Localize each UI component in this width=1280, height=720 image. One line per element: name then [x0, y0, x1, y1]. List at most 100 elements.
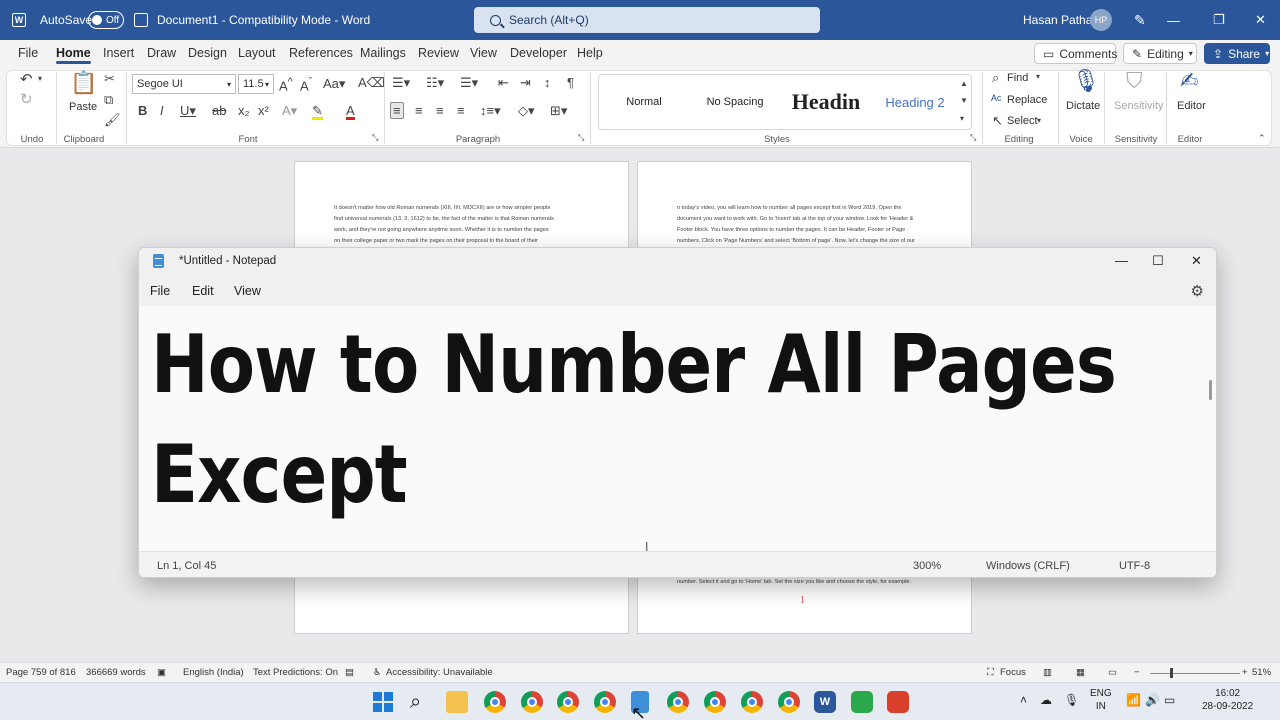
minimize-button[interactable]: —: [1167, 0, 1180, 40]
notepad-scrollbar[interactable]: [1209, 380, 1212, 400]
focus-button[interactable]: Focus: [1000, 667, 1026, 678]
tab-mailings[interactable]: Mailings: [360, 46, 406, 60]
style-heading-1[interactable]: Headin: [781, 75, 871, 129]
font-size-select[interactable]: 11.5 ▾: [238, 74, 274, 94]
format-painter-icon[interactable]: 🖌: [104, 113, 121, 126]
styles-more-icon[interactable]: ▾: [960, 115, 964, 123]
close-button[interactable]: ✕: [1255, 0, 1266, 40]
numbering-icon[interactable]: ☷▾: [426, 76, 444, 89]
microphone-tray-icon[interactable]: 🎙: [1064, 694, 1079, 707]
style-no-spacing[interactable]: No Spacing: [693, 75, 777, 129]
style-heading-2[interactable]: Heading 2: [875, 75, 955, 129]
macro-icon[interactable]: ▤: [345, 667, 354, 678]
borders-icon[interactable]: ⊞▾: [550, 104, 567, 117]
shrink-font-icon[interactable]: Aˇ: [300, 77, 312, 93]
comments-button[interactable]: ▭ Comments: [1034, 43, 1117, 64]
designer-pen-icon[interactable]: ✎: [1134, 0, 1146, 40]
dictate-button[interactable]: Dictate: [1066, 100, 1100, 112]
proofing-icon[interactable]: ▣: [157, 667, 166, 678]
chrome-icon[interactable]: [594, 691, 616, 713]
clear-formatting-icon[interactable]: A⌫: [358, 76, 385, 89]
zoom-slider-thumb[interactable]: [1169, 668, 1173, 678]
chrome-icon[interactable]: [778, 691, 800, 713]
battery-icon[interactable]: ▭: [1164, 694, 1175, 707]
cut-icon[interactable]: ✂: [104, 72, 115, 85]
increase-indent-icon[interactable]: ⇥: [520, 76, 531, 89]
onedrive-icon[interactable]: ☁: [1040, 694, 1052, 707]
grow-font-icon[interactable]: A^: [279, 77, 293, 93]
select-button[interactable]: Select: [1007, 115, 1038, 127]
tab-design[interactable]: Design: [188, 46, 227, 60]
chrome-icon[interactable]: [704, 691, 726, 713]
user-name[interactable]: Hasan Pathan: [1023, 0, 1099, 40]
chrome-icon[interactable]: [741, 691, 763, 713]
volume-icon[interactable]: 🔊: [1145, 694, 1160, 707]
shading-icon[interactable]: ◇▾: [518, 104, 535, 117]
font-name-select[interactable]: Segoe UI ▾: [132, 74, 236, 94]
zoom-slider[interactable]: [1150, 673, 1240, 674]
chevron-down-icon[interactable]: ▾: [38, 75, 42, 83]
print-layout-icon[interactable]: ▦: [1076, 667, 1085, 678]
change-case-icon[interactable]: Aa▾: [323, 77, 345, 90]
undo-icon[interactable]: ↶: [20, 72, 33, 87]
read-mode-icon[interactable]: ▥: [1043, 667, 1052, 678]
file-explorer-icon[interactable]: [446, 691, 468, 713]
chrome-icon[interactable]: [667, 691, 689, 713]
menu-view[interactable]: View: [234, 284, 261, 298]
windows-start-icon[interactable]: [373, 692, 395, 714]
gear-icon[interactable]: ⚙: [1191, 282, 1204, 300]
word-count[interactable]: 366669 words: [86, 667, 146, 678]
justify-icon[interactable]: ≡: [457, 104, 465, 117]
wifi-icon[interactable]: 📶: [1126, 694, 1141, 707]
align-center-icon[interactable]: ≡: [415, 104, 423, 117]
sensitivity-icon[interactable]: ⛉: [1126, 70, 1143, 92]
tab-developer[interactable]: Developer: [510, 46, 567, 60]
paragraph-dialog-launcher-icon[interactable]: ⤡: [578, 134, 584, 142]
chrome-icon[interactable]: [521, 691, 543, 713]
styles-dialog-launcher-icon[interactable]: ⤡: [970, 134, 976, 142]
bullets-icon[interactable]: ☰▾: [392, 76, 410, 89]
italic-icon[interactable]: I: [160, 104, 164, 117]
tab-help[interactable]: Help: [577, 46, 603, 60]
highlight-icon[interactable]: ✎: [312, 104, 323, 120]
tray-chevron-icon[interactable]: ˄: [1020, 694, 1027, 707]
tab-file[interactable]: File: [18, 46, 38, 60]
focus-icon[interactable]: ⛶: [987, 667, 994, 678]
notepad-text-area[interactable]: How to Number All Pages Except First in …: [139, 306, 1216, 577]
zoom-in-icon[interactable]: +: [1242, 667, 1248, 678]
text-effects-icon[interactable]: A▾: [282, 104, 297, 117]
search-input[interactable]: Search (Alt+Q): [474, 7, 820, 33]
tab-references[interactable]: References: [289, 46, 353, 60]
sort-icon[interactable]: ↕: [544, 76, 551, 89]
styles-scroll-down-icon[interactable]: ▼: [960, 97, 968, 105]
tab-layout[interactable]: Layout: [238, 46, 276, 60]
text-predictions[interactable]: Text Predictions: On: [253, 667, 338, 678]
share-button[interactable]: ⇪ Share ▾: [1204, 43, 1270, 64]
editor-button[interactable]: Editor: [1177, 100, 1206, 112]
avatar[interactable]: HP: [1090, 0, 1112, 40]
menu-file[interactable]: File: [150, 284, 170, 298]
editing-mode-button[interactable]: ✎ Editing ▾: [1123, 43, 1197, 64]
notepad-maximize-button[interactable]: ☐: [1152, 253, 1164, 269]
paste-label[interactable]: Paste: [69, 101, 97, 113]
find-button[interactable]: Find: [1007, 72, 1028, 84]
font-color-icon[interactable]: A: [346, 104, 355, 120]
styles-scroll-up-icon[interactable]: ▲: [960, 80, 968, 88]
chrome-icon[interactable]: [484, 691, 506, 713]
sensitivity-button[interactable]: Sensitivity: [1114, 100, 1164, 112]
green-app-icon[interactable]: [851, 691, 873, 713]
word-taskbar-icon[interactable]: W: [814, 691, 836, 713]
underline-icon[interactable]: U▾: [180, 104, 196, 117]
align-right-icon[interactable]: ≡: [436, 104, 444, 117]
autosave-toggle[interactable]: Off: [88, 0, 124, 40]
find-icon[interactable]: ⌕: [992, 71, 999, 84]
chrome-icon[interactable]: [557, 691, 579, 713]
replace-button[interactable]: Replace: [1007, 94, 1047, 106]
language-indicator[interactable]: ENG IN: [1090, 687, 1112, 713]
bold-icon[interactable]: B: [138, 104, 147, 117]
replace-icon[interactable]: ᴬᶜ: [991, 93, 1002, 106]
language[interactable]: English (India): [183, 667, 244, 678]
page-count[interactable]: Page 759 of 816: [6, 667, 76, 678]
align-left-icon[interactable]: ≡: [390, 102, 404, 119]
zoom-out-icon[interactable]: −: [1134, 667, 1140, 678]
